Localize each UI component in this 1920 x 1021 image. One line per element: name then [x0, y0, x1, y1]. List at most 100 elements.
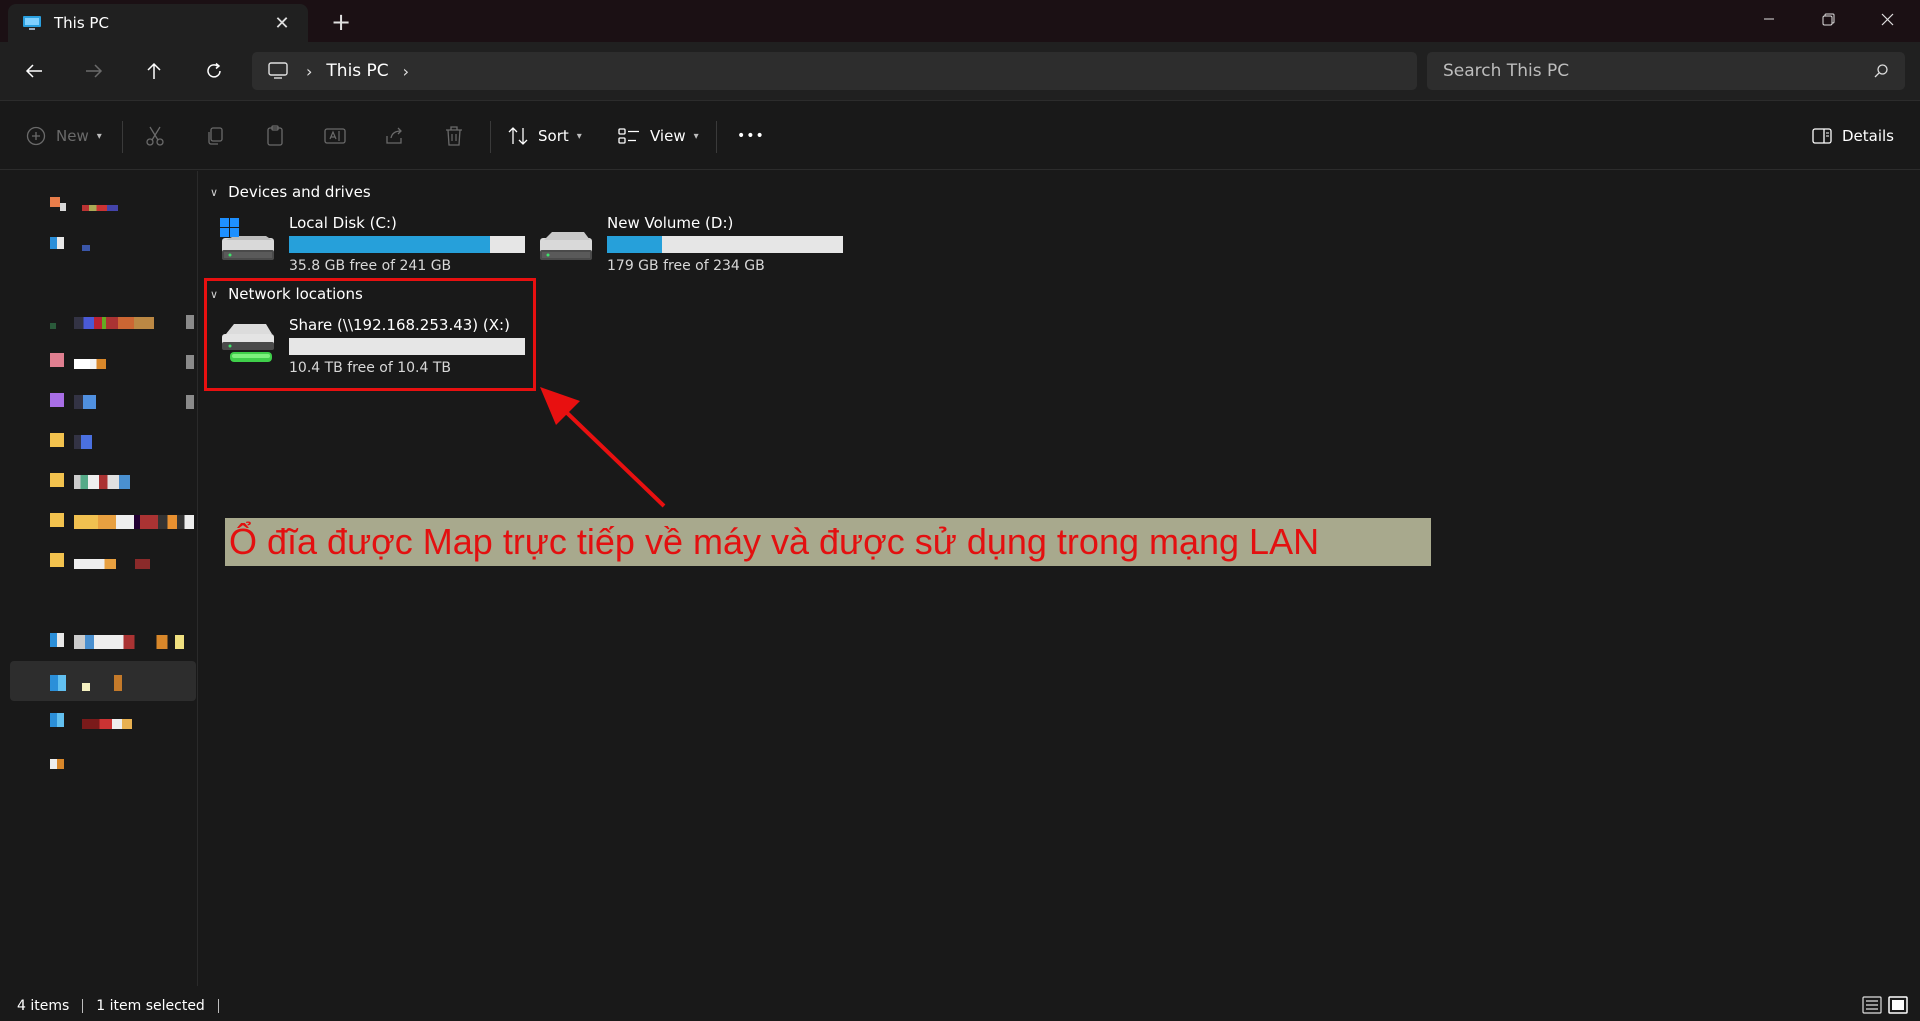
clipboard-icon: [267, 125, 283, 146]
sidebar-item[interactable]: [10, 751, 196, 787]
items-count: 4 items: [17, 997, 70, 1014]
folder-icon: [50, 473, 64, 487]
sidebar-label-redacted: [74, 475, 130, 489]
folder-icon: [50, 237, 64, 249]
drive-usage-fill: [607, 236, 663, 253]
folder-icon: [50, 713, 64, 727]
chevron-down-icon[interactable]: ∨: [210, 186, 218, 199]
search-box[interactable]: [1427, 52, 1905, 90]
drive-name: New Volume (D:): [607, 214, 734, 232]
navigation-pane: [0, 171, 198, 986]
sidebar-item[interactable]: [10, 711, 196, 747]
sidebar-label-redacted: [74, 359, 106, 369]
search-input[interactable]: [1443, 61, 1873, 81]
icon-pixel: [50, 323, 56, 329]
cut-button[interactable]: [145, 119, 165, 153]
rename-icon: [324, 128, 346, 144]
tiles-view-icon[interactable]: [1888, 996, 1908, 1014]
sidebar-item[interactable]: [10, 191, 196, 227]
sidebar-item[interactable]: [10, 351, 196, 387]
details-view-icon[interactable]: [1862, 996, 1882, 1014]
chevron-down-icon: ▾: [576, 130, 582, 142]
chevron-down-icon: ▾: [96, 130, 102, 142]
status-bar: 4 items 1 item selected: [0, 990, 1920, 1021]
sidebar-item[interactable]: [10, 391, 196, 427]
sidebar-item[interactable]: [10, 311, 196, 347]
close-icon: [1881, 13, 1893, 25]
share-button[interactable]: [384, 119, 406, 153]
forward-button[interactable]: [76, 54, 112, 88]
folder-icon: [50, 353, 64, 367]
sidebar-label-redacted: [82, 245, 90, 251]
section-devices-and-drives[interactable]: ∨ Devices and drives: [210, 183, 371, 201]
chevron-down-icon: ▾: [693, 130, 699, 142]
sidebar-label-redacted: [74, 515, 194, 529]
folder-icon: [50, 197, 60, 207]
sidebar-item[interactable]: [10, 511, 196, 547]
details-button[interactable]: Details: [1812, 119, 1894, 153]
new-button[interactable]: New ▾: [26, 119, 102, 153]
monitor-icon: [268, 62, 288, 79]
pin-icon[interactable]: [186, 395, 194, 409]
details-pane-icon: [1812, 128, 1832, 144]
scissors-icon: [146, 126, 164, 146]
rename-button[interactable]: [324, 119, 346, 153]
search-icon[interactable]: [1873, 63, 1889, 79]
chevron-right-icon[interactable]: ›: [306, 62, 312, 81]
pin-icon[interactable]: [186, 315, 194, 329]
minimize-button[interactable]: [1744, 4, 1794, 34]
drive-usage-bar: [607, 236, 843, 253]
breadcrumb-this-pc[interactable]: This PC: [326, 61, 388, 81]
section-title: Devices and drives: [228, 183, 371, 201]
refresh-button[interactable]: [196, 54, 232, 88]
sidebar-label-redacted: [82, 205, 118, 211]
chevron-right-icon[interactable]: ›: [403, 62, 409, 81]
folder-icon: [50, 433, 64, 447]
folder-icon: [50, 513, 64, 527]
restore-icon: [1822, 13, 1834, 25]
arrow-right-icon: [86, 64, 103, 78]
restore-button[interactable]: [1803, 4, 1853, 34]
sidebar-label-redacted: [114, 675, 122, 691]
title-bar: This PC ✕ +: [0, 0, 1920, 42]
more-options-button[interactable]: •••: [737, 119, 765, 153]
sidebar-label-redacted: [74, 559, 150, 569]
minimize-icon: [1764, 18, 1774, 20]
highlight-box: [204, 278, 536, 391]
close-window-button[interactable]: [1862, 4, 1912, 34]
sort-label: Sort: [538, 127, 569, 145]
arrow-left-icon: [25, 64, 42, 78]
drive-new-volume-d[interactable]: New Volume (D:) 179 GB free of 234 GB: [518, 214, 843, 278]
drive-free-space: 35.8 GB free of 241 GB: [289, 258, 452, 274]
delete-button[interactable]: [444, 119, 464, 153]
folder-icon: [50, 675, 66, 691]
paste-button[interactable]: [265, 119, 285, 153]
pin-icon[interactable]: [186, 355, 194, 369]
sidebar-item[interactable]: [10, 551, 196, 587]
back-button[interactable]: [16, 54, 52, 88]
folder-icon: [50, 553, 64, 567]
view-list-icon: [618, 128, 639, 144]
drive-usage-bar: [289, 236, 525, 253]
tab-title: This PC: [54, 14, 109, 32]
sidebar-item[interactable]: [10, 431, 196, 467]
copy-icon: [208, 127, 223, 145]
tab-this-pc[interactable]: This PC ✕: [8, 4, 308, 42]
trash-icon: [446, 126, 462, 146]
sort-button[interactable]: Sort ▾: [508, 119, 582, 153]
plus-circle-icon: [26, 126, 46, 146]
address-bar[interactable]: › This PC ›: [252, 52, 1417, 90]
view-button[interactable]: View ▾: [618, 119, 699, 153]
tab-close-icon[interactable]: ✕: [270, 13, 294, 34]
copy-button[interactable]: [205, 119, 225, 153]
new-tab-button[interactable]: +: [326, 8, 356, 36]
drive-icon: [50, 759, 64, 769]
drive-local-disk-c[interactable]: Local Disk (C:) 35.8 GB free of 241 GB: [200, 214, 525, 278]
command-bar: New ▾ Sort ▾ View ▾ ••• Details: [0, 100, 1920, 170]
sidebar-item[interactable]: [10, 231, 196, 267]
drive-free-space: 179 GB free of 234 GB: [607, 258, 765, 274]
sidebar-item-selected[interactable]: [10, 661, 196, 701]
sidebar-item[interactable]: [10, 471, 196, 507]
view-label: View: [650, 127, 686, 145]
up-button[interactable]: [136, 54, 172, 88]
